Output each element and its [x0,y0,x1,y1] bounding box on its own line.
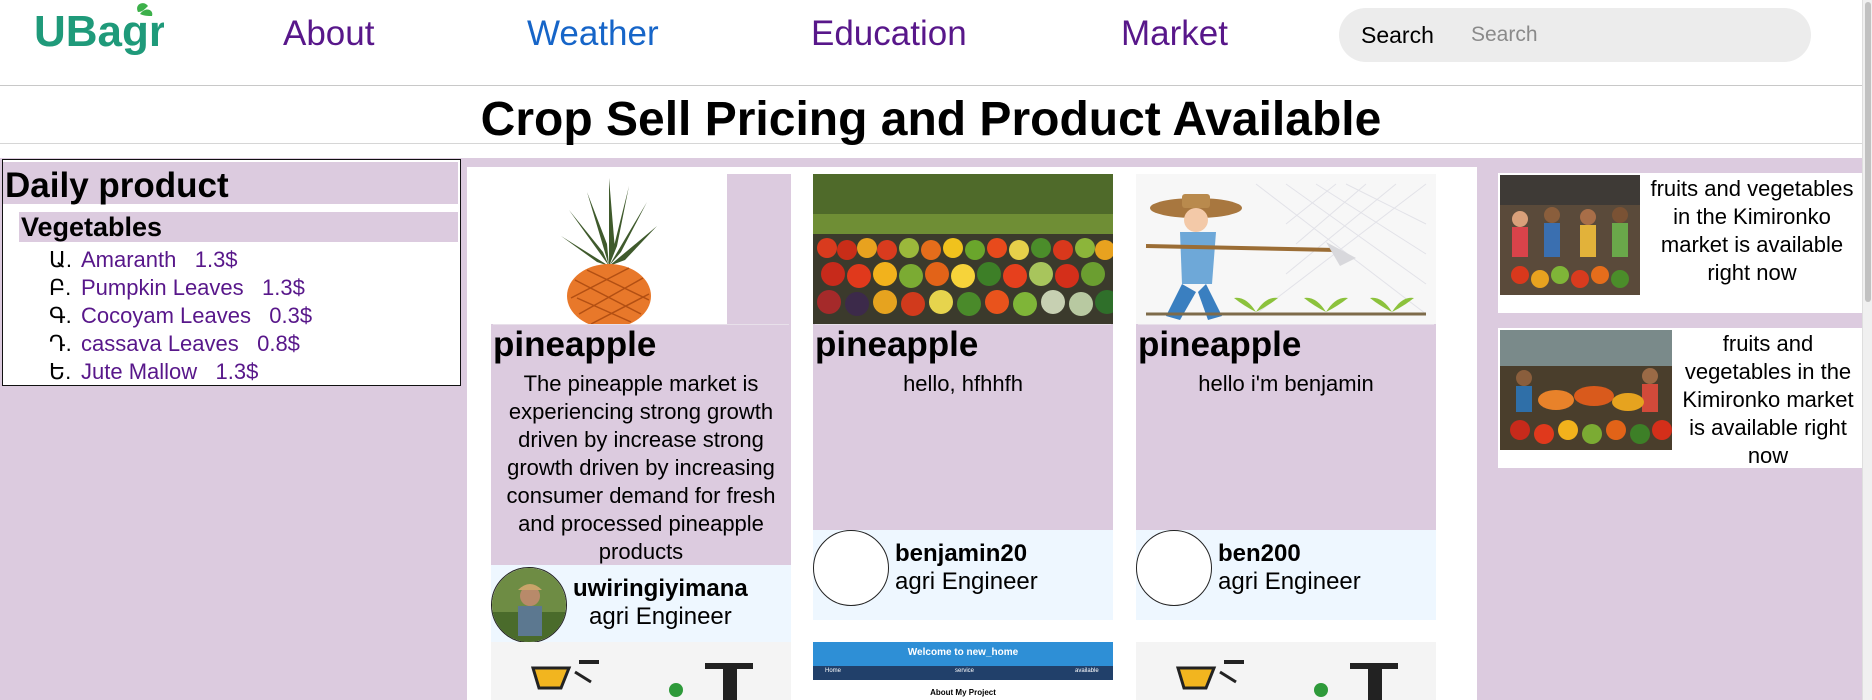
website-screenshot-card[interactable]: Welcome to new_home Home service availab… [813,642,1113,700]
page-title: Crop Sell Pricing and Product Available [480,93,1382,146]
ubagri-logo[interactable]: UBagri [34,2,164,66]
card-title[interactable]: pineapple [815,324,1111,365]
mini-nav-service: service [955,668,975,674]
vegetables-image[interactable] [813,174,1113,324]
card-description: The pineapple market is experiencing str… [506,371,776,564]
list-marker: Ե. [49,359,72,384]
avatar[interactable] [1136,530,1212,606]
nav-link-education[interactable]: Education [811,14,967,54]
farmer-image[interactable] [1136,174,1436,324]
daily-product-panel: Daily product Vegetables Ա. Amaranth 1.3$… [2,159,461,386]
market-news-card[interactable]: fruits and vegetables in the Kimironko m… [1498,328,1864,468]
author-role: agri Engineer [589,603,732,630]
vegetable-price[interactable]: Jute Mallow 1.3$ [81,359,258,384]
lamp-icon-image [530,660,753,700]
product-card[interactable]: pineapple hello i'm benjamin [1136,174,1436,530]
mini-nav-available: available [1075,668,1099,674]
author-name[interactable]: uwiringiyimana [573,575,748,603]
author-info[interactable]: benjamin20 agri Engineer [813,530,1113,620]
mini-site-nav: Home service available [813,666,1113,680]
vegetable-price[interactable]: Cocoyam Leaves 0.3$ [81,303,312,328]
mini-site-title: Welcome to new_home [907,647,1019,658]
card-description: hello, hfhhfh [903,371,1023,396]
search-label: Search [1361,22,1434,48]
nav-link-weather[interactable]: Weather [527,14,659,54]
product-card[interactable]: pineapple hello, hfhhfh [813,174,1113,530]
daily-product-header: Daily product [3,162,458,205]
page-scrollbar[interactable] [1862,0,1872,700]
author-info[interactable]: uwiringiyimana agri Engineer [491,565,791,643]
vegetable-price[interactable]: cassava Leaves 0.8$ [81,331,300,356]
author-info[interactable]: ben200 agri Engineer [1136,530,1436,620]
list-item[interactable]: Ե. Jute Mallow 1.3$ [49,358,312,386]
daily-product-title: Daily product [5,166,229,205]
top-navbar: UBagri About Weather Education Market Se… [0,0,1872,86]
search-input[interactable] [1457,16,1787,54]
vegetable-price-list: Ա. Amaranth 1.3$ Բ. Pumpkin Leaves 1.3$ Գ.… [49,246,312,386]
vegetable-price[interactable]: Pumpkin Leaves 1.3$ [81,275,305,300]
list-marker: Դ. [49,331,72,356]
market-stall-image[interactable] [1500,330,1672,450]
list-item[interactable]: Դ. cassava Leaves 0.8$ [49,330,312,358]
list-marker: Գ. [49,303,72,328]
list-item[interactable]: Գ. Cocoyam Leaves 0.3$ [49,302,312,330]
nav-link-about[interactable]: About [283,14,374,54]
market-news-card[interactable]: fruits and vegetables in the Kimironko m… [1498,173,1864,313]
market-news-text: fruits and vegetables in the Kimironko m… [1650,176,1854,285]
card-title[interactable]: pineapple [493,324,789,365]
mini-site-header: Welcome to new_home [813,642,1113,666]
product-card-partial[interactable] [491,642,791,700]
vegetable-price[interactable]: Amaranth 1.3$ [81,247,238,272]
card-title[interactable]: pineapple [1138,324,1434,365]
card-description: hello i'm benjamin [1198,371,1374,396]
pineapple-image[interactable] [491,174,791,324]
product-card-partial[interactable] [1136,642,1436,700]
market-image[interactable] [1500,175,1640,295]
scrollbar-thumb[interactable] [1865,2,1871,302]
title-bar: Crop Sell Pricing and Product Available [0,88,1862,146]
vegetables-title: Vegetables [21,212,163,242]
avatar[interactable] [813,530,889,606]
list-item[interactable]: Բ. Pumpkin Leaves 1.3$ [49,274,312,302]
list-marker: Ա. [49,247,72,272]
nav-link-market[interactable]: Market [1121,14,1228,54]
author-name[interactable]: ben200 [1218,540,1301,568]
list-item[interactable]: Ա. Amaranth 1.3$ [49,246,312,274]
author-role: agri Engineer [895,568,1038,595]
avatar[interactable] [491,567,567,643]
market-news-text: fruits and vegetables in the Kimironko m… [1682,331,1854,468]
list-marker: Բ. [49,275,72,300]
author-role: agri Engineer [1218,568,1361,595]
mini-site-subtitle: About My Project [930,688,996,697]
mini-nav-home: Home [825,668,842,674]
author-name[interactable]: benjamin20 [895,540,1027,568]
search-form: Search [1339,8,1811,62]
lamp-icon-image [1175,660,1398,700]
vegetables-header: Vegetables [19,212,458,242]
